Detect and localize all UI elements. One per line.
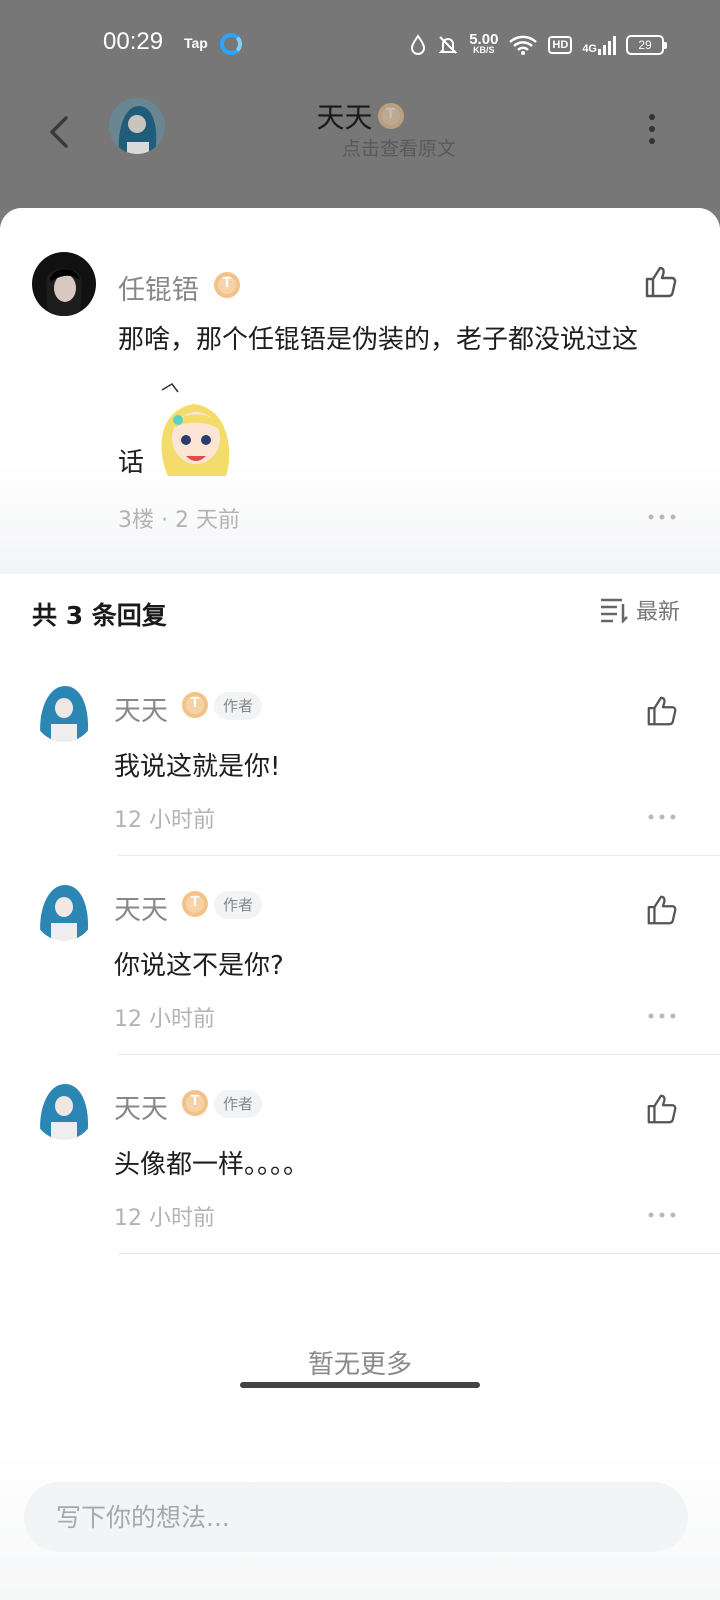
network-speed: 5.00 KB/S: [469, 31, 499, 55]
more-options-icon[interactable]: [648, 1212, 676, 1218]
header-title: 天天 T: [0, 96, 720, 136]
comment-input[interactable]: [24, 1482, 688, 1552]
reply-item: 天天 T 作者 头像都一样。。。。 12 小时前: [0, 1054, 720, 1254]
more-options-icon[interactable]: [648, 814, 676, 820]
post-header: 天天 T 点击查看原文: [0, 90, 720, 210]
hd-voice-icon: HD: [548, 36, 573, 54]
network-type: 4G: [582, 43, 597, 55]
header-author-name: 天天: [316, 101, 373, 134]
thumbs-up-icon[interactable]: [645, 694, 679, 728]
level-badge-icon: T: [182, 891, 208, 917]
status-bar: 00:29 Tap 5.00 KB/S HD 4G 29: [0, 0, 720, 90]
thumbs-up-icon[interactable]: [643, 264, 679, 300]
comment-author-name[interactable]: 任锟铻: [118, 268, 199, 307]
reply-time: 12 小时前: [114, 808, 215, 833]
comment-meta: 3楼 · 2 天前: [118, 508, 240, 533]
level-badge-icon: T: [214, 272, 240, 298]
status-time: 00:29: [103, 28, 164, 55]
battery-indicator: 29: [626, 35, 667, 55]
reply-author-name[interactable]: 天天: [114, 888, 168, 927]
tap-app-label: Tap: [184, 35, 208, 51]
reply-text: 你说这不是你?: [114, 951, 284, 981]
water-drop-icon: [411, 34, 426, 55]
level-badge-icon: T: [182, 1090, 208, 1116]
bell-muted-icon: [438, 36, 458, 54]
comment-input-container[interactable]: [24, 1482, 688, 1552]
comment-input-bar: [0, 1452, 720, 1600]
signal-bars-icon: [598, 36, 616, 55]
app-notification-icon: [220, 33, 242, 55]
sort-icon: [601, 598, 628, 623]
view-original-link[interactable]: 点击查看原文: [0, 134, 720, 161]
author-tag: 作者: [214, 692, 263, 720]
reply-time: 12 小时前: [114, 1007, 215, 1032]
reply-author-name[interactable]: 天天: [114, 689, 168, 728]
thumbs-up-icon[interactable]: [645, 1092, 679, 1126]
avatar[interactable]: [32, 252, 96, 316]
comment-text-continued: 话: [118, 448, 145, 478]
replies-count-title: 共 3 条回复: [32, 601, 167, 630]
thumbs-up-icon[interactable]: [645, 893, 679, 927]
author-tag: 作者: [214, 891, 263, 919]
more-vertical-icon[interactable]: [642, 112, 662, 148]
author-tag: 作者: [214, 1090, 263, 1118]
reply-author-name[interactable]: 天天: [114, 1087, 168, 1126]
more-options-icon[interactable]: [648, 514, 676, 520]
avatar[interactable]: [33, 879, 95, 941]
anime-girl-sticker-icon: [161, 383, 230, 476]
replies-sheet: 任锟铻 T 那啥，那个任锟铻是伪装的，老子都没说过这 话 3楼 · 2 天前 共…: [0, 208, 720, 1600]
avatar[interactable]: [33, 1078, 95, 1140]
level-badge-icon: T: [182, 692, 208, 718]
main-comment: 任锟铻 T 那啥，那个任锟铻是伪装的，老子都没说过这 话 3楼 · 2 天前: [0, 208, 720, 574]
status-icons: 5.00 KB/S HD 4G 29: [409, 30, 667, 60]
avatar[interactable]: [33, 680, 95, 742]
level-badge-icon: T: [377, 103, 404, 129]
divider: [118, 1253, 720, 1254]
reply-item: 天天 T 作者 你说这不是你? 12 小时前: [0, 855, 720, 1055]
reply-text: 我说这就是你!: [114, 752, 281, 782]
comment-text: 那啥，那个任锟铻是伪装的，老子都没说过这: [118, 325, 639, 355]
reply-time: 12 小时前: [114, 1206, 215, 1231]
reply-item: 天天 T 作者 我说这就是你! 12 小时前: [0, 656, 720, 856]
sort-button[interactable]: 最新: [600, 594, 680, 626]
no-more-label: 暂无更多: [307, 1350, 412, 1380]
reply-text: 头像都一样。。。。: [114, 1150, 310, 1180]
more-options-icon[interactable]: [648, 1013, 676, 1019]
home-indicator[interactable]: [240, 1382, 480, 1388]
sort-label: 最新: [636, 600, 681, 625]
wifi-icon: [509, 35, 538, 55]
cell-signal: 4G: [582, 35, 616, 55]
